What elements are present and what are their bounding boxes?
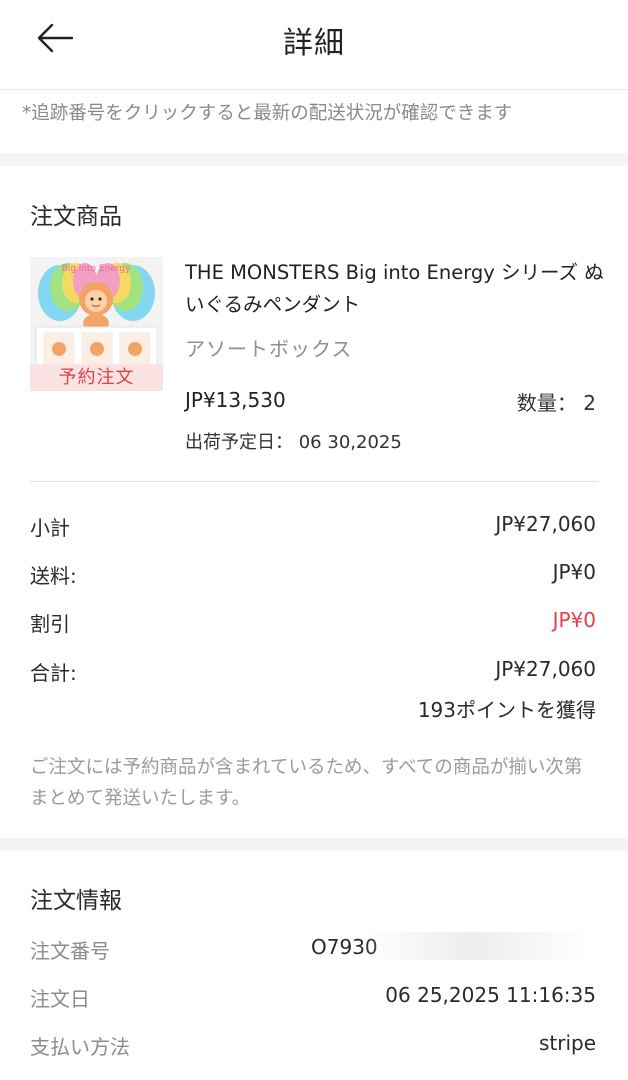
section-separator (0, 838, 628, 851)
product-quantity: 数量： 2 (517, 387, 596, 416)
tracking-notice: *追跡番号をクリックすると最新の配送状況が確認できます (0, 91, 628, 153)
order-info-title: 注文情報 (30, 888, 122, 914)
ship-date: 出荷予定日： 06 30,2025 (185, 428, 402, 454)
order-number-label: 注文番号 (30, 939, 110, 963)
payment-method-value: stripe (538, 1031, 596, 1055)
points-earned: 193ポイントを獲得 (417, 698, 596, 722)
discount-value: JP¥0 (552, 608, 596, 632)
section-separator (0, 153, 628, 166)
ship-date-value: 06 30,2025 (298, 432, 402, 453)
total-value: JP¥27,060 (495, 657, 596, 681)
discount-label: 割引 (30, 612, 70, 636)
shipping-value: JP¥0 (552, 560, 596, 584)
order-date-value: 06 25,2025 11:16:35 (385, 983, 596, 1007)
product-variant: アソートボックス (185, 337, 353, 361)
svg-text:Big into Energy: Big into Energy (62, 264, 132, 274)
top-bar: 詳細 (0, 0, 628, 90)
payment-method-label: 支払い方法 (30, 1035, 130, 1059)
order-date-label: 注文日 (30, 987, 90, 1011)
order-items-title: 注文商品 (30, 204, 122, 230)
quantity-label: 数量： (516, 391, 577, 415)
product-name[interactable]: THE MONSTERS Big into Energy シリーズ ぬいぐるみペ… (185, 257, 605, 321)
shipping-label: 送料: (30, 564, 77, 588)
subtotal-value: JP¥27,060 (495, 512, 596, 536)
page-title: 詳細 (283, 26, 345, 61)
product-price: JP¥13,530 (185, 388, 286, 412)
preorder-badge: 予約注文 (30, 364, 163, 391)
total-label: 合計: (30, 661, 77, 685)
quantity-value: 2 (583, 391, 596, 415)
ship-date-label: 出荷予定日： (185, 432, 293, 453)
tracking-notice-text: *追跡番号をクリックすると最新の配送状況が確認できます (22, 103, 513, 124)
preorder-note: ご注文には予約商品が含まれているため、すべての商品が揃い次第まとめて発送いたしま… (30, 757, 583, 809)
redacted-overlay (360, 932, 590, 960)
divider (30, 481, 598, 482)
subtotal-label: 小計 (30, 516, 70, 540)
